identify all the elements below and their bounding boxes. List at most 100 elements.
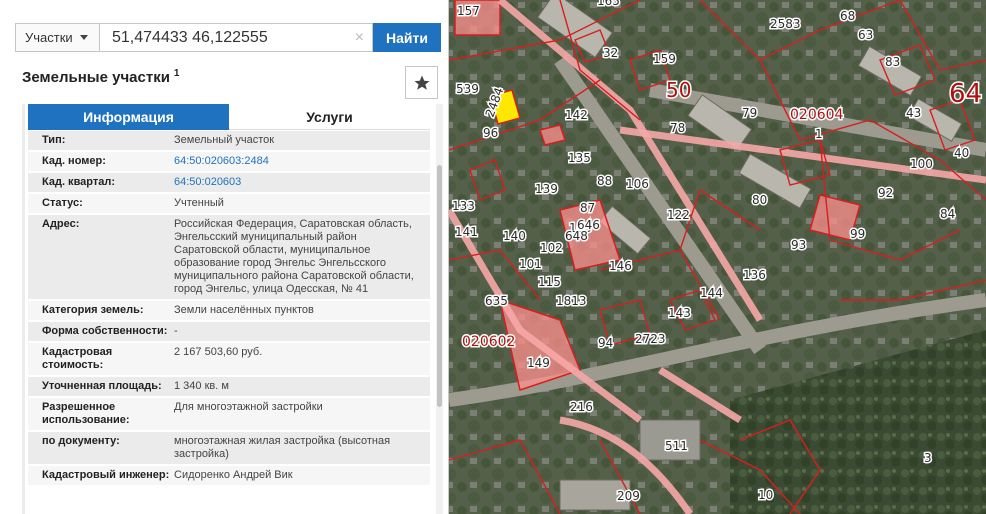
info-row-link[interactable]: 64:50:020603 (174, 176, 424, 189)
map-parcel-label[interactable]: 020602 (461, 333, 517, 352)
map-parcel-label[interactable]: 2583 (769, 16, 803, 33)
info-row-label: по документу: (42, 435, 120, 447)
tab-info[interactable]: Информация (28, 104, 229, 130)
info-row-label: Форма собственности: (42, 325, 168, 337)
search-bar: Участки 51,474433 46,122555 × Найти (15, 23, 441, 52)
info-row-value: Учтенный (174, 197, 224, 209)
map-parcel-label[interactable]: 2723 (634, 331, 668, 348)
star-icon (414, 75, 429, 90)
map-parcel-label[interactable]: 79 (741, 105, 759, 122)
map-parcel-label[interactable]: 135 (567, 150, 593, 167)
tab-services[interactable]: Услуги (229, 104, 430, 130)
info-row-value: - (174, 325, 178, 337)
info-row-label: Уточненная площадь: (42, 380, 162, 392)
info-row: Кадастровая стоимость: 2 167 503,60 руб. (28, 343, 430, 377)
map-parcel-label[interactable]: 142 (564, 107, 590, 124)
map-parcel-label[interactable]: 83 (884, 54, 902, 71)
map-parcel-label[interactable]: 106 (625, 176, 651, 193)
info-row-value: многоэтажная жилая застройка (высотная з… (174, 435, 391, 460)
map-parcel-label[interactable]: 140 (502, 228, 528, 245)
map-parcel-label[interactable]: 143 (667, 305, 693, 322)
map-parcel-label[interactable]: 635 (484, 293, 510, 310)
map-parcel-label[interactable]: 146 (608, 258, 634, 275)
info-panel: Участки 51,474433 46,122555 × Найти Земе… (0, 0, 449, 514)
info-row: Разрешенное использование: Для многоэтажн… (28, 398, 430, 432)
info-row-value: Земли населённых пунктов (174, 304, 314, 316)
map-parcel-label[interactable]: 64 (948, 78, 984, 111)
search-button[interactable]: Найти (373, 23, 441, 52)
info-row: Форма собственности: - (28, 322, 430, 343)
map-parcel-label[interactable]: 32 (602, 45, 620, 62)
map-parcel-label[interactable]: 80 (751, 192, 769, 209)
map-parcel-label[interactable]: 646 (576, 217, 602, 234)
map-parcel-label[interactable]: 94 (597, 335, 615, 352)
search-type-label: Участки (25, 30, 73, 45)
map-parcel-label[interactable]: 68 (839, 8, 857, 25)
map-parcel-label[interactable]: 139 (534, 181, 560, 198)
map-parcel-label[interactable]: 115 (537, 274, 563, 291)
info-row-label: Кадастровая стоимость: (42, 346, 113, 371)
info-row-label: Категория земель: (42, 304, 144, 316)
map-parcel-label[interactable]: 43 (905, 105, 923, 122)
info-row-label: Кад. номер: (42, 155, 106, 167)
info-row-label: Разрешенное использование: (42, 401, 130, 426)
map-parcel-label[interactable]: 63 (857, 27, 875, 44)
map-parcel-label[interactable]: 84 (939, 206, 957, 223)
map-parcel-label[interactable]: 511 (664, 438, 690, 455)
info-row: Уточненная площадь: 1 340 кв. м (28, 377, 430, 398)
panel-side-line (22, 104, 25, 514)
info-row-value: 1 340 кв. м (174, 380, 229, 392)
search-query: 51,474433 46,122555 (112, 28, 268, 46)
map-parcel-label[interactable]: 1 (814, 126, 825, 143)
favorite-button[interactable] (405, 66, 438, 99)
info-row-label: Кад. квартал: (42, 176, 116, 188)
map-parcel-label[interactable]: 539 (455, 81, 481, 98)
map-parcel-label[interactable]: 020604 (789, 106, 846, 125)
map-parcel-label[interactable]: 209 (616, 488, 642, 505)
info-row: по документу: многоэтажная жилая застройк… (28, 432, 430, 466)
map-parcel-label[interactable]: 216 (569, 399, 595, 416)
panel-title-text: Земельные участки (22, 69, 170, 86)
panel-title: Земельные участки 1 (22, 68, 179, 86)
info-row-value: Земельный участок (174, 134, 275, 146)
map-parcel-label[interactable]: 159 (652, 51, 678, 68)
map-parcel-label[interactable]: 92 (877, 185, 895, 202)
info-row: Кадастровый инженер: Сидоренко Андрей Вик (28, 466, 430, 487)
map-parcel-label[interactable]: 144 (699, 285, 725, 302)
map-parcel-label[interactable]: 78 (669, 120, 687, 137)
map-parcel-label[interactable]: 3 (923, 450, 934, 467)
info-row-label: Тип: (42, 134, 66, 146)
search-input[interactable]: 51,474433 46,122555 × (99, 23, 373, 52)
map-parcel-label[interactable]: 165 (596, 0, 622, 10)
map-parcel-label[interactable]: 99 (849, 226, 867, 243)
panel-tabs: Информация Услуги (28, 104, 430, 130)
map-parcel-label[interactable]: 87 (579, 200, 597, 217)
map-parcel-label[interactable]: 40 (953, 145, 971, 162)
map-parcel-label[interactable]: 101 (518, 256, 544, 273)
map-parcel-label[interactable]: 10 (757, 487, 775, 504)
info-table: Тип: Земельный участок Кад. номер: 64:50:02… (28, 131, 430, 487)
map-parcel-label[interactable]: 102 (539, 240, 565, 257)
map-parcel-label[interactable]: 96 (482, 125, 500, 142)
chevron-down-icon (79, 35, 88, 40)
info-row-link[interactable]: 64:50:020603:2484 (174, 155, 424, 168)
info-row: Категория земель: Земли населённых пункто… (28, 301, 430, 322)
map-parcel-label[interactable]: 93 (790, 237, 808, 254)
map-parcel-label[interactable]: 50 (665, 77, 693, 104)
info-row: Адрес: Российская Федерация, Саратовская … (28, 215, 430, 301)
map-parcel-label[interactable]: 141 (454, 224, 480, 241)
clear-icon[interactable]: × (355, 29, 364, 47)
info-row-value: 2 167 503,60 руб. (174, 346, 263, 358)
map-parcel-label[interactable]: 136 (742, 267, 768, 284)
map-parcel-label[interactable]: 1813 (555, 293, 589, 310)
map-parcel-label[interactable]: 149 (526, 355, 552, 372)
info-row: Кад. номер: 64:50:020603:2484 (28, 152, 430, 173)
map-parcel-label[interactable]: 122 (666, 207, 692, 224)
search-type-select[interactable]: Участки (15, 23, 99, 52)
info-row: Статус: Учтенный (28, 194, 430, 215)
scrollbar-thumb[interactable] (437, 165, 442, 407)
map-parcel-label[interactable]: 133 (451, 198, 477, 215)
map-parcel-label[interactable]: 100 (909, 156, 935, 173)
map-parcel-label[interactable]: 88 (596, 173, 614, 190)
map-parcel-label[interactable]: 157 (456, 3, 482, 20)
